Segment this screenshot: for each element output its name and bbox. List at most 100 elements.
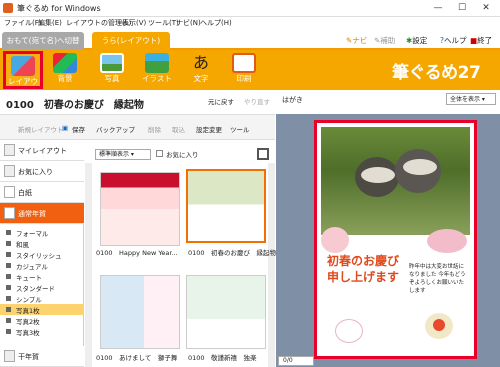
bullet-icon bbox=[6, 241, 11, 246]
backup-button[interactable]: バックアップ bbox=[96, 124, 135, 134]
illustration-icon bbox=[145, 53, 169, 73]
export-button[interactable]: 取込 bbox=[172, 124, 185, 134]
settings-link[interactable]: ✱設定 bbox=[406, 35, 427, 46]
maximize-button[interactable]: ☐ bbox=[452, 0, 472, 16]
zoom-select[interactable]: 全体を表示 ▾ bbox=[446, 93, 496, 105]
plum-flower-right bbox=[427, 229, 467, 253]
subitem-formal[interactable]: フォーマル bbox=[0, 227, 84, 238]
tab-back-layout[interactable]: うら(レイアウト) bbox=[92, 32, 170, 50]
subitem-simple[interactable]: シンプル bbox=[0, 293, 84, 304]
thumb-caption: 0100 あけまして 獅子舞 bbox=[96, 354, 178, 362]
tab-row: おもて(宛て名)へ切替 うら(レイアウト) ✎ナビ ✎補助 ✱設定 ?ヘルプ ■… bbox=[0, 30, 500, 50]
text-tool-button[interactable]: あ 文字 bbox=[181, 51, 221, 89]
daruma-icon bbox=[433, 319, 445, 331]
subitem-cute[interactable]: キュート bbox=[0, 271, 84, 282]
quit-link[interactable]: ■終了 bbox=[470, 35, 492, 46]
layout-icon bbox=[11, 56, 35, 76]
favorites-checkbox[interactable] bbox=[156, 150, 163, 157]
new-layout-button[interactable]: 新規レイアウト bbox=[18, 124, 64, 134]
layout-thumb-koma[interactable] bbox=[186, 275, 266, 349]
postcard-preview[interactable]: 初春のお慶び申し上げます 昨年中は大変お世話になりました 今年もどうぞよろしくお… bbox=[314, 120, 477, 359]
thumb-caption: 0100 初春のお慶び 縁起物 bbox=[188, 249, 277, 257]
photo-icon bbox=[100, 53, 124, 73]
thumb-caption: 0100 敬謹新禧 独楽 bbox=[188, 354, 257, 362]
menu-tools[interactable]: ツール(T) bbox=[148, 18, 179, 28]
subitem-photo2[interactable]: 写真2枚 bbox=[0, 315, 84, 326]
bullet-icon bbox=[6, 318, 11, 323]
blank-page-icon bbox=[4, 186, 15, 198]
bullet-icon bbox=[6, 263, 11, 268]
layout-thumb-shishimai[interactable] bbox=[100, 275, 180, 349]
bullet-icon bbox=[6, 296, 11, 301]
menu-bar: ファイル(F) 編集(E) レイアウトの管理(L) 表示(V) ツール(T) ナ… bbox=[0, 17, 500, 30]
plum-flower-left bbox=[321, 227, 349, 253]
duckling-left-face bbox=[361, 167, 395, 183]
thumb-caption: 0100 Happy New Year... bbox=[96, 249, 178, 257]
navi-link[interactable]: ✎ナビ bbox=[346, 35, 367, 46]
save-icon: ▣ bbox=[62, 124, 69, 132]
print-icon bbox=[232, 53, 256, 73]
sidebar-item-normal-nenga[interactable]: 通常年賀 bbox=[0, 203, 84, 224]
settings-change-button[interactable]: 設定変更 bbox=[196, 124, 222, 134]
duckling-right-face bbox=[403, 159, 437, 175]
subitem-stylish[interactable]: スタイリッシュ bbox=[0, 249, 84, 260]
subitem-standard[interactable]: スタンダード bbox=[0, 282, 84, 293]
close-button[interactable]: ✕ bbox=[476, 0, 496, 16]
layout-tool-button[interactable]: レイアウト bbox=[3, 51, 43, 97]
layout-thumb-shoshun-engimono[interactable] bbox=[186, 169, 266, 243]
undo-button[interactable]: 元に戻す bbox=[208, 96, 234, 106]
tab-front-address[interactable]: おもて(宛て名)へ切替 bbox=[2, 32, 84, 50]
gallery-scrollbar-left[interactable] bbox=[85, 163, 92, 367]
layout-thumb-happy-new-year[interactable] bbox=[100, 172, 180, 246]
brush-text-icon: あ bbox=[192, 53, 209, 72]
delete-button[interactable]: 削除 bbox=[148, 124, 161, 134]
bullet-icon bbox=[6, 285, 11, 290]
menu-navi[interactable]: ナビ(N) bbox=[176, 18, 201, 28]
sidebar-item-my-layout[interactable]: マイレイアウト bbox=[0, 140, 84, 161]
title-bar: 筆ぐるめ for Windows — ☐ ✕ bbox=[0, 0, 500, 17]
window-title: 筆ぐるめ for Windows bbox=[17, 4, 101, 13]
card-photo bbox=[321, 127, 470, 235]
save-button[interactable]: 保存 bbox=[72, 124, 85, 134]
menu-help[interactable]: ヘルプ(H) bbox=[200, 18, 232, 28]
help-link[interactable]: ?ヘルプ bbox=[440, 35, 466, 46]
menu-view[interactable]: 表示(V) bbox=[122, 18, 146, 28]
subitem-wafu[interactable]: 和風 bbox=[0, 238, 84, 249]
sidebar-item-blank[interactable]: 白紙 bbox=[0, 182, 84, 203]
card-greeting: 初春のお慶び申し上げます bbox=[327, 254, 400, 284]
menu-file[interactable]: ファイル(F) bbox=[4, 18, 42, 28]
subitem-photo3[interactable]: 写真3枚 bbox=[0, 326, 84, 337]
brand-logo: 筆ぐるめ27 bbox=[392, 63, 481, 83]
background-icon bbox=[53, 53, 77, 73]
sidebar-item-eto-nenga[interactable]: 干年賀 bbox=[0, 346, 84, 367]
card-message: 昨年中は大変お世話になりました 今年もどうぞよろしくお願いいたします bbox=[409, 264, 466, 294]
nenga-icon bbox=[4, 207, 15, 219]
document-title: 0100 初春のお慶び 縁起物 bbox=[6, 100, 144, 111]
minimize-button[interactable]: — bbox=[428, 0, 448, 16]
bullet-icon bbox=[6, 329, 11, 334]
gallery-scrollbar[interactable] bbox=[268, 163, 275, 367]
app-icon bbox=[3, 3, 13, 13]
subitem-casual[interactable]: カジュアル bbox=[0, 260, 84, 271]
menu-edit[interactable]: 編集(E) bbox=[38, 18, 62, 28]
card-ornament-mochi bbox=[335, 319, 363, 343]
nenga-icon bbox=[4, 350, 15, 362]
layout-toolbar: 新規レイアウト ▣ 保存 バックアップ 削除 取込 設定変更 ツール bbox=[0, 114, 275, 140]
illustration-tool-button[interactable]: イラスト bbox=[137, 51, 177, 89]
sidebar: マイレイアウト お気に入り 白紙 通常年賀 フォーマル 和風 スタイリッシュ カ… bbox=[0, 140, 84, 367]
bullet-icon bbox=[6, 230, 11, 235]
hojo-link[interactable]: ✎補助 bbox=[374, 35, 395, 46]
favorites-icon bbox=[4, 165, 15, 177]
bullet-icon bbox=[6, 274, 11, 279]
layout-icon bbox=[4, 144, 15, 156]
subitem-photo1[interactable]: 写真1枚 bbox=[0, 304, 84, 315]
redo-button[interactable]: やり直す bbox=[244, 96, 270, 106]
photo-tool-button[interactable]: 写真 bbox=[92, 51, 132, 89]
background-tool-button[interactable]: 背景 bbox=[45, 51, 85, 89]
preview-label: はがき bbox=[282, 96, 303, 104]
print-tool-button[interactable]: 印刷 bbox=[224, 51, 264, 89]
tools-dropdown[interactable]: ツール bbox=[230, 124, 250, 134]
sidebar-item-favorites[interactable]: お気に入り bbox=[0, 161, 84, 182]
grid-view-icon[interactable] bbox=[257, 148, 269, 160]
sort-select[interactable]: 標準順表示 ▾ bbox=[95, 149, 151, 160]
